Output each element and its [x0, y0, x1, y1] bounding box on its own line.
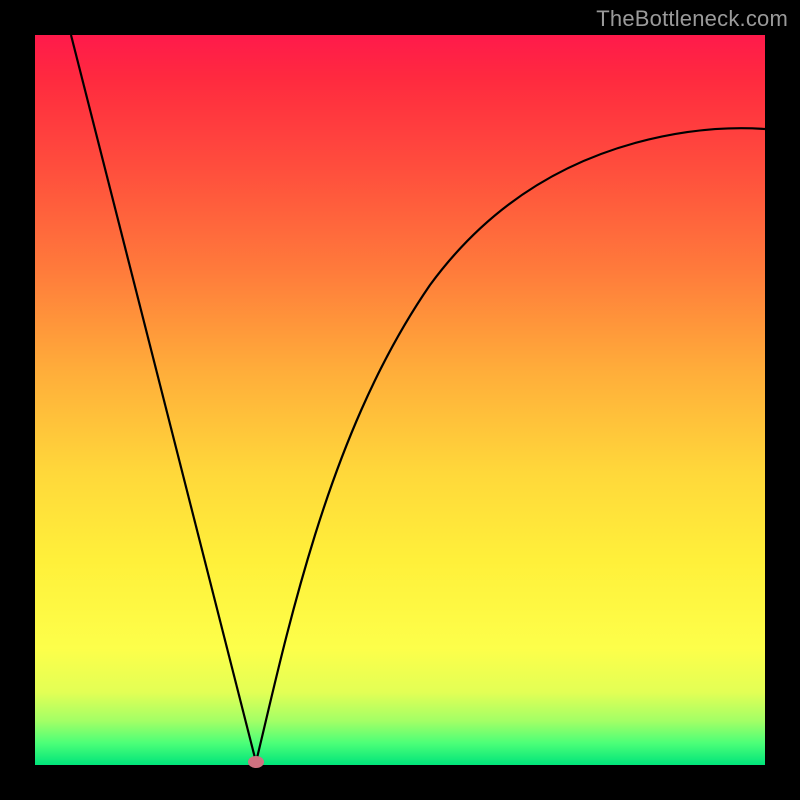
watermark-text: TheBottleneck.com [596, 6, 788, 32]
curve-svg [35, 35, 765, 765]
plot-area [35, 35, 765, 765]
min-marker [248, 756, 264, 768]
chart-frame: TheBottleneck.com [0, 0, 800, 800]
curve-right-branch [256, 128, 765, 762]
curve-left-branch [71, 35, 256, 762]
